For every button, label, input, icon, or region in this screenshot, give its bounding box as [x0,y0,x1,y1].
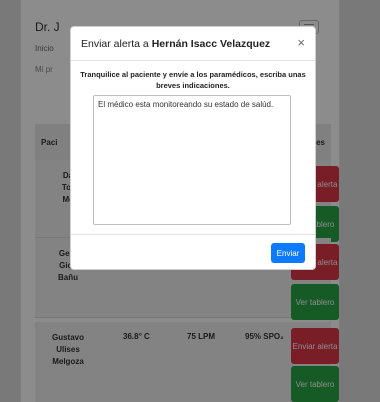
modal-header: Enviar alerta a Hernán Isacc Velazquez [71,27,315,61]
send-alert-modal: Enviar alerta a Hernán Isacc Velazquez ×… [70,26,316,270]
modal-title-prefix: Enviar alerta a [81,37,149,50]
close-icon[interactable]: × [297,36,305,49]
modal-instructions: Tranquilice al paciente y envíe a los pa… [80,70,306,90]
alert-message-textarea[interactable]: El médico esta monitoreando su estado de… [93,95,291,225]
modal-patient-name: Hernán Isacc Velazquez [151,37,271,50]
send-button[interactable]: Enviar [271,243,305,263]
modal-footer-divider [71,234,315,235]
